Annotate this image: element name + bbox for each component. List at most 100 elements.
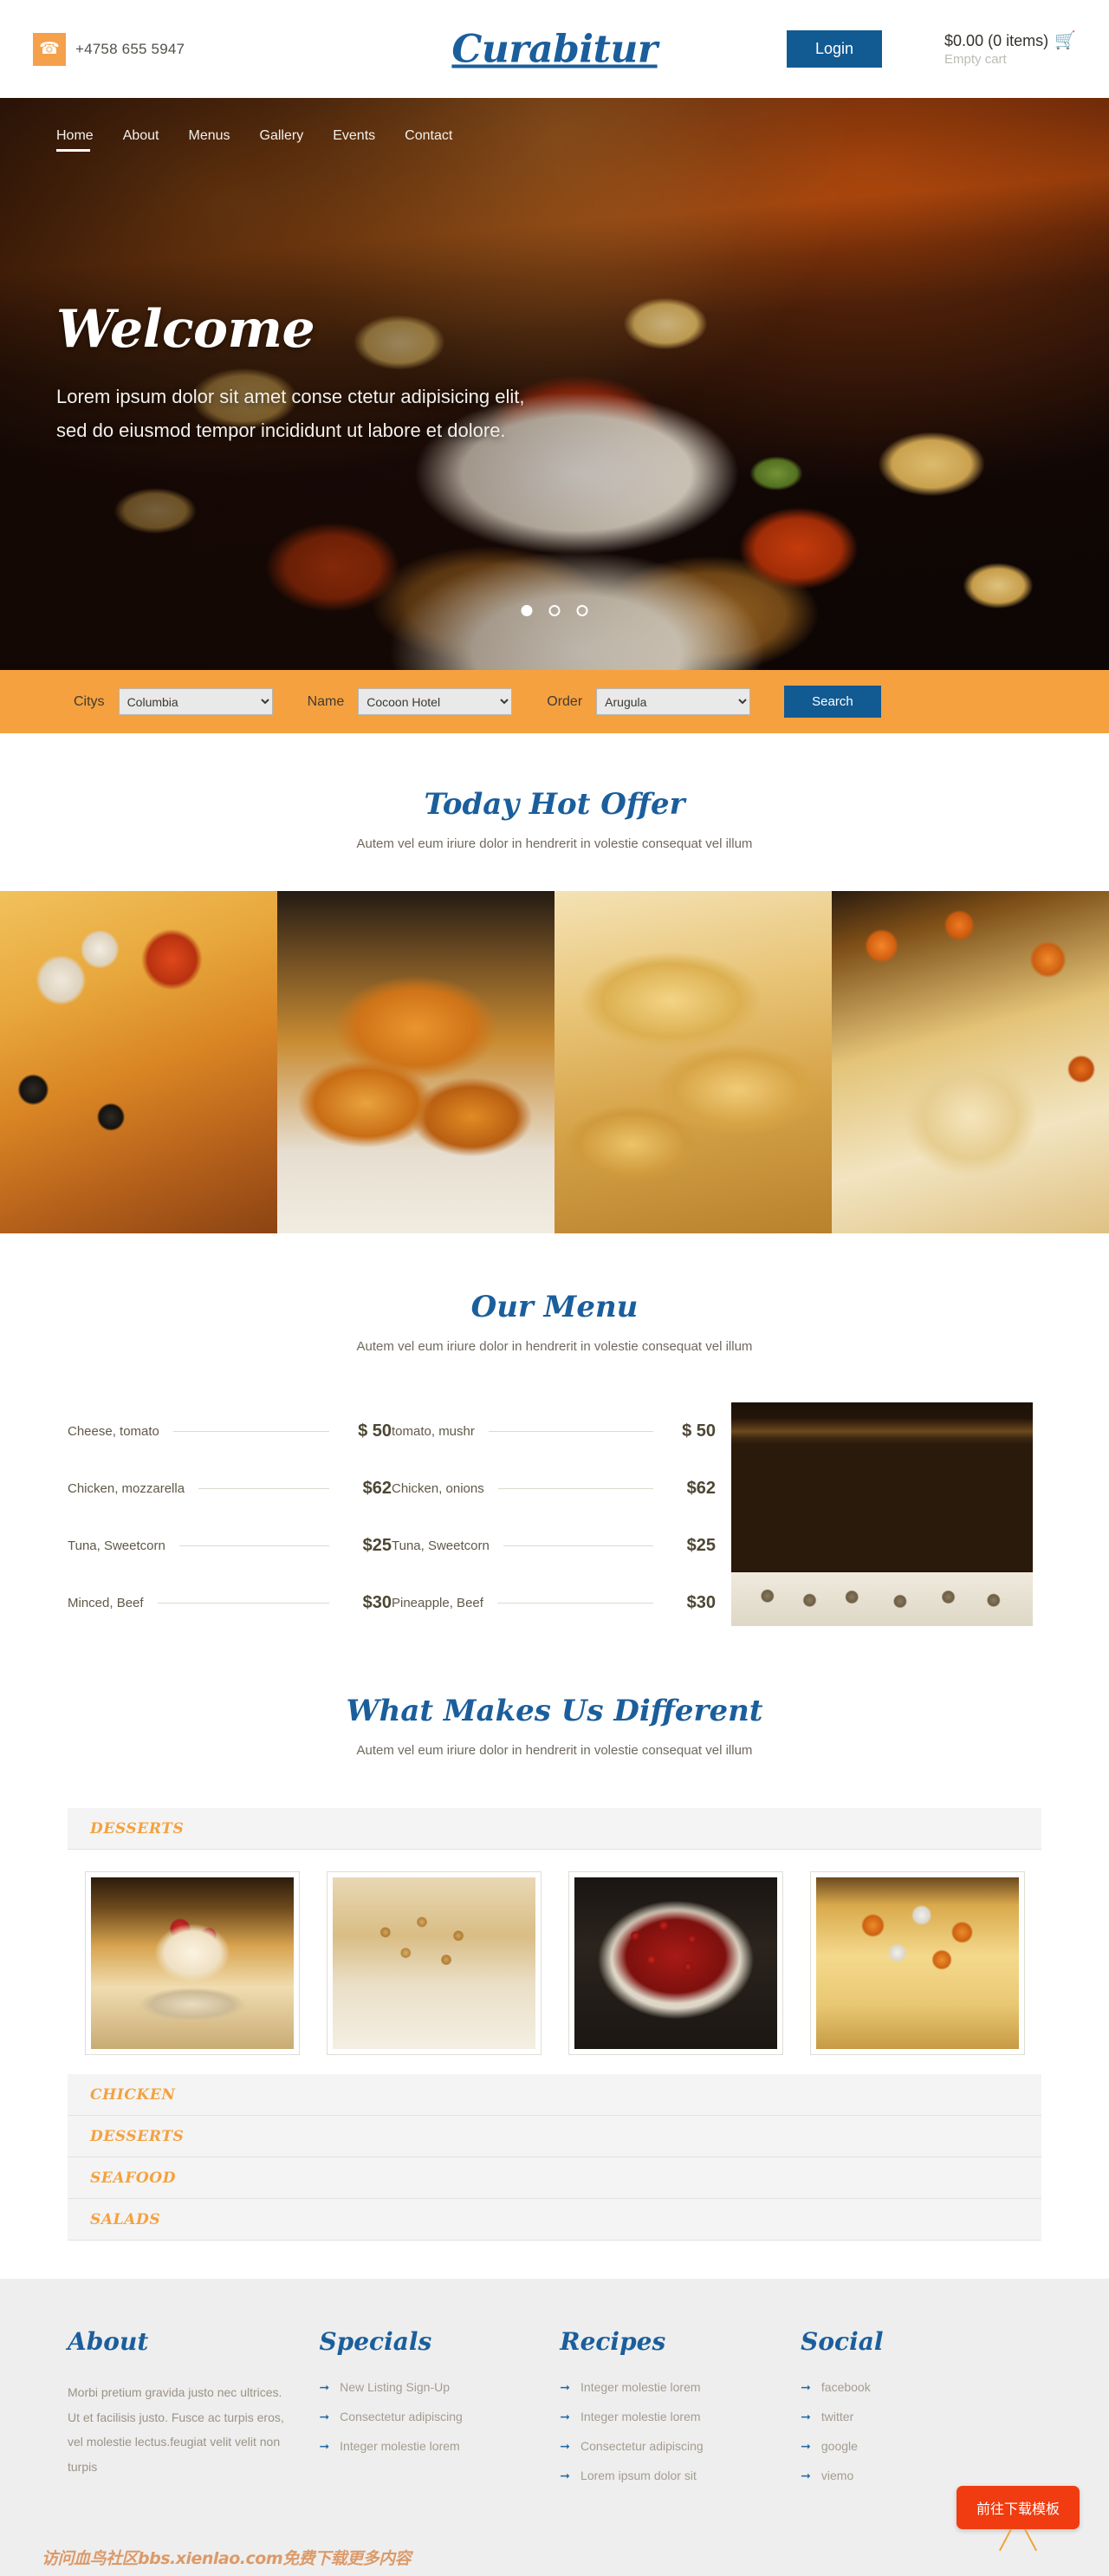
list-item[interactable]: ➞ Consectetur adipiscing [560, 2439, 801, 2453]
list-item[interactable]: ➞ Integer molestie lorem [319, 2439, 560, 2453]
list-item[interactable]: ➞ viemo [801, 2469, 1041, 2482]
login-button[interactable]: Login [786, 30, 883, 68]
footer-link[interactable]: Consectetur adipiscing [580, 2439, 704, 2453]
footer-link[interactable]: Lorem ipsum dolor sit [580, 2469, 697, 2482]
menu-item-row[interactable]: Pineapple, Beef $30 [392, 1574, 716, 1631]
accordion-header-desserts-open[interactable]: DESSERTS [68, 1808, 1041, 1850]
accordion-header-chicken[interactable]: CHICKEN [68, 2074, 1041, 2116]
nav-item-menus[interactable]: Menus [189, 128, 230, 152]
list-item[interactable]: ➞ twitter [801, 2410, 1041, 2423]
shopping-cart-icon[interactable]: 🛒 [1054, 32, 1076, 49]
hero-subtitle: Lorem ipsum dolor sit amet conse ctetur … [56, 381, 628, 447]
arrow-right-icon: ➞ [560, 2439, 571, 2453]
list-item[interactable]: ➞ Lorem ipsum dolor sit [560, 2469, 801, 2482]
nav-item-contact[interactable]: Contact [405, 128, 452, 152]
menu-item-row[interactable]: Tuna, Sweetcorn $25 [68, 1517, 392, 1574]
footer-link-google[interactable]: google [821, 2439, 858, 2453]
accordion-header-desserts[interactable]: DESSERTS [68, 2116, 1041, 2157]
footer-link[interactable]: Integer molestie lorem [580, 2410, 701, 2423]
nav-item-about[interactable]: About [123, 128, 159, 152]
footer-link[interactable]: Consectetur adipiscing [340, 2410, 463, 2423]
accordion-label: DESSERTS [90, 1819, 185, 1838]
arrow-right-icon: ➞ [319, 2439, 330, 2453]
accordion-label: CHICKEN [90, 2085, 176, 2104]
search-button[interactable]: Search [784, 686, 881, 718]
footer-recipes-list: ➞ Integer molestie lorem ➞ Integer molesti… [560, 2380, 801, 2482]
menu-item-price: $ 50 [682, 1421, 716, 1441]
menu-item-row[interactable]: Cheese, tomato $ 50 [68, 1402, 392, 1460]
list-item[interactable]: ➞ google [801, 2439, 1041, 2453]
list-item[interactable]: ➞ Integer molestie lorem [560, 2410, 801, 2423]
menu-item-price: $30 [362, 1592, 392, 1612]
footer-link-viemo[interactable]: viemo [821, 2469, 853, 2482]
list-item[interactable]: ➞ Consectetur adipiscing [319, 2410, 560, 2423]
pastry-vegetables-photo[interactable] [832, 891, 1109, 1233]
hero-title: Welcome [56, 299, 315, 360]
hero-subtitle-line-1: Lorem ipsum dolor sit amet conse ctetur … [56, 386, 525, 407]
list-item[interactable]: ➞ New Listing Sign-Up [319, 2380, 560, 2394]
our-menu-section: Our Menu Autem vel eum iriure dolor in h… [0, 1233, 1109, 1631]
cart-status: Empty cart [944, 51, 1007, 67]
cart-total: $0.00 (0 items) [944, 31, 1049, 49]
menu-item-name: Cheese, tomato [68, 1423, 159, 1439]
nav-item-home[interactable]: Home [56, 128, 94, 152]
top-header-bar: ☎ +4758 655 5947 Curabitur Login $0.00 (… [0, 0, 1109, 98]
menu-item-row[interactable]: Chicken, onions $62 [392, 1460, 716, 1517]
footer-link-twitter[interactable]: twitter [821, 2410, 853, 2423]
menu-item-dash [488, 1430, 653, 1432]
footer-specials-list: ➞ New Listing Sign-Up ➞ Consectetur adipis… [319, 2380, 560, 2453]
thumb-image [574, 1877, 777, 2049]
carousel-dot-1[interactable] [521, 605, 533, 616]
fruit-cake-photo[interactable] [810, 1871, 1025, 2055]
arrow-right-icon: ➞ [560, 2410, 571, 2423]
phone-icon: ☎ [33, 32, 66, 66]
nav-item-gallery[interactable]: Gallery [260, 128, 304, 152]
footer-link[interactable]: New Listing Sign-Up [340, 2380, 450, 2394]
order-select[interactable]: Arugula [596, 688, 751, 715]
footer-social-list: ➞ facebook ➞ twitter ➞ google ➞ viemo [801, 2380, 1041, 2482]
menu-item-row[interactable]: tomato, mushr $ 50 [392, 1402, 716, 1460]
footer-about-text: Morbi pretium gravida justo nec ultrices… [68, 2385, 284, 2475]
menu-item-row[interactable]: Tuna, Sweetcorn $25 [392, 1517, 716, 1574]
nut-bar-photo[interactable] [327, 1871, 542, 2055]
site-logo[interactable]: Curabitur [451, 27, 658, 71]
different-head: What Makes Us Different Autem vel eum ir… [0, 1694, 1109, 1758]
berry-tart-photo[interactable] [568, 1871, 783, 2055]
name-select[interactable]: Cocoon Hotel [358, 688, 513, 715]
fried-chicken-photo[interactable] [277, 891, 554, 1233]
menu-item-row[interactable]: Minced, Beef $30 [68, 1574, 392, 1631]
menu-item-price: $25 [686, 1535, 716, 1555]
download-template-button[interactable]: 前往下载模板 [956, 2486, 1080, 2529]
hero-subtitle-line-2: sed do eiusmod tempor incididunt ut labo… [56, 419, 506, 441]
footer-link-facebook[interactable]: facebook [821, 2380, 871, 2394]
list-item[interactable]: ➞ Integer molestie lorem [560, 2380, 801, 2394]
hot-offer-title: Today Hot Offer [424, 787, 685, 822]
city-label: Citys [74, 693, 105, 709]
city-select[interactable]: Columbia [118, 688, 273, 715]
arrow-right-icon: ➞ [801, 2410, 811, 2423]
menu-item-name: tomato, mushr [392, 1423, 475, 1439]
nav-item-events[interactable]: Events [333, 128, 375, 152]
pizza-photo[interactable] [0, 891, 277, 1233]
arrow-right-icon: ➞ [801, 2439, 811, 2453]
cart-widget[interactable]: $0.00 (0 items) 🛒 Empty cart [944, 32, 1076, 67]
list-item[interactable]: ➞ facebook [801, 2380, 1041, 2394]
accordion-label: SALADS [90, 2210, 161, 2228]
accordion-header-seafood[interactable]: SEAFOOD [68, 2157, 1041, 2199]
thumb-image [91, 1877, 294, 2049]
accordion-header-salads[interactable]: SALADS [68, 2199, 1041, 2241]
cake-roll-photo[interactable] [85, 1871, 300, 2055]
menu-item-row[interactable]: Chicken, mozzarella $62 [68, 1460, 392, 1517]
menu-columns: Cheese, tomato $ 50 Chicken, mozzarella … [0, 1354, 1109, 1631]
chicken-wings-photo[interactable] [554, 891, 832, 1233]
hot-offer-gallery [0, 891, 1109, 1233]
carousel-dot-3[interactable] [576, 605, 588, 616]
arrow-right-icon: ➞ [801, 2380, 811, 2394]
carousel-dot-2[interactable] [548, 605, 561, 616]
menu-item-name: Minced, Beef [68, 1595, 144, 1610]
arrow-right-icon: ➞ [560, 2380, 571, 2394]
menu-item-dash [172, 1430, 329, 1432]
footer-link[interactable]: Integer molestie lorem [580, 2380, 701, 2394]
hot-offer-section: Today Hot Offer Autem vel eum iriure dol… [0, 733, 1109, 891]
footer-link[interactable]: Integer molestie lorem [340, 2439, 460, 2453]
